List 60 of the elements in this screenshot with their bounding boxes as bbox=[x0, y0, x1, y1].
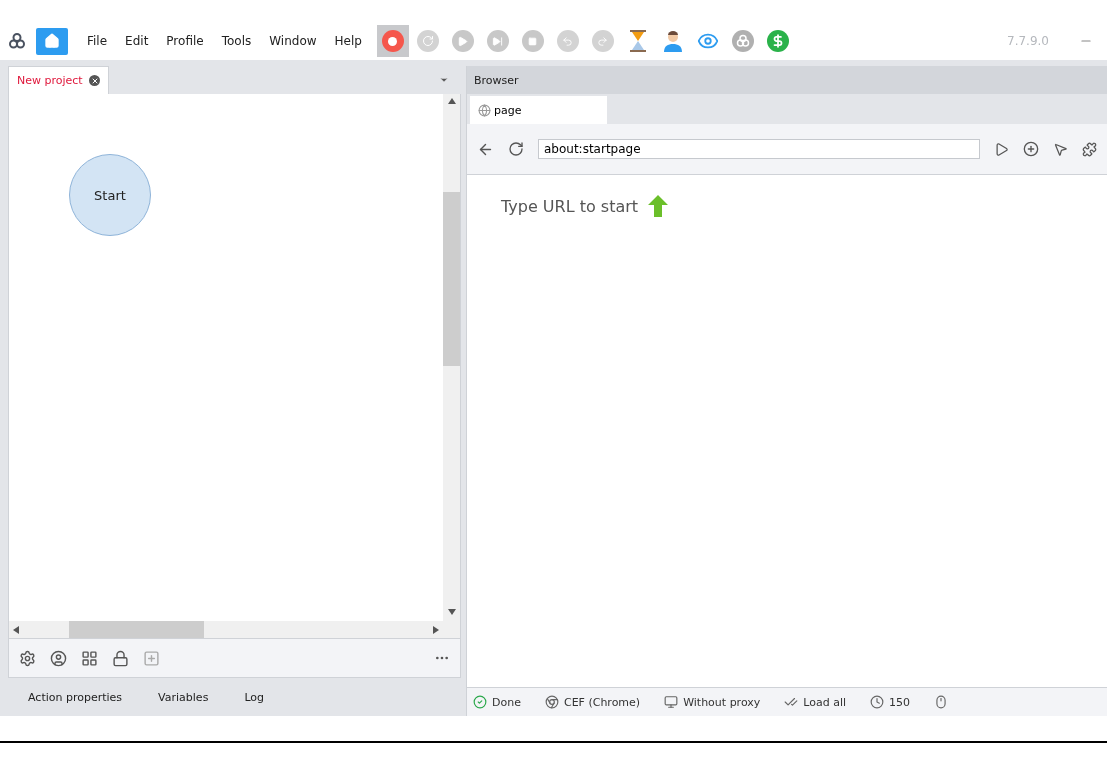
toolbar-button[interactable] bbox=[376, 25, 409, 57]
settings-icon[interactable] bbox=[19, 649, 36, 667]
rings-icon bbox=[731, 30, 754, 52]
puzzle-icon[interactable] bbox=[1082, 141, 1097, 157]
clock-icon bbox=[870, 695, 885, 709]
pointer-icon[interactable] bbox=[1053, 141, 1068, 157]
dropdown-icon[interactable] bbox=[439, 75, 449, 85]
hourglass-icon bbox=[628, 30, 647, 52]
lock-icon[interactable] bbox=[112, 649, 129, 667]
project-tab[interactable]: New project bbox=[8, 66, 109, 94]
scroll-left-icon[interactable] bbox=[13, 625, 19, 634]
person-icon bbox=[661, 30, 684, 52]
url-field[interactable]: about:startpage bbox=[538, 139, 980, 159]
go-icon[interactable] bbox=[994, 141, 1009, 157]
home-button[interactable] bbox=[36, 27, 68, 55]
status-text: CEF (Chrome) bbox=[563, 695, 641, 709]
home-icon bbox=[44, 33, 60, 49]
mouse-icon bbox=[934, 695, 949, 709]
panel-title: Browser bbox=[474, 73, 519, 87]
menu-item[interactable]: File bbox=[78, 34, 117, 48]
close-icon[interactable] bbox=[89, 75, 100, 86]
record-icon bbox=[381, 30, 404, 52]
dollar-icon bbox=[766, 30, 789, 52]
scrollbar-thumb[interactable] bbox=[69, 621, 204, 638]
globe-icon bbox=[478, 103, 491, 117]
menu-item[interactable]: Tools bbox=[212, 34, 261, 48]
panel-tab[interactable]: Log bbox=[238, 689, 271, 705]
grid-icon[interactable] bbox=[81, 649, 98, 667]
logo-icon bbox=[8, 32, 26, 50]
check-icon bbox=[784, 695, 799, 709]
chrome-icon bbox=[544, 695, 559, 709]
version-label: 7.7.9.0 bbox=[1007, 34, 1049, 48]
refresh-icon bbox=[416, 30, 439, 52]
menu-item[interactable]: Profile bbox=[157, 34, 213, 48]
status-text: Done bbox=[492, 695, 521, 709]
page-tab[interactable]: page bbox=[470, 96, 607, 124]
user-icon[interactable] bbox=[50, 649, 67, 667]
add-circle-icon[interactable] bbox=[1023, 141, 1039, 157]
panel-tab[interactable]: Variables bbox=[152, 689, 215, 705]
stop-icon bbox=[521, 30, 544, 52]
menu-item[interactable]: Edit bbox=[116, 34, 158, 48]
play-icon bbox=[451, 30, 474, 52]
monitor-icon bbox=[664, 695, 679, 709]
scroll-right-icon[interactable] bbox=[433, 625, 439, 634]
start-hint: Type URL to start bbox=[501, 196, 639, 216]
panel-tab[interactable]: Action properties bbox=[22, 689, 129, 705]
scrollbar-thumb[interactable] bbox=[443, 192, 460, 366]
check-circle-icon bbox=[473, 695, 487, 709]
status-text: 150 bbox=[889, 695, 911, 709]
step-icon bbox=[486, 30, 509, 52]
up-arrow-icon bbox=[648, 195, 669, 217]
menu-item[interactable]: Help bbox=[325, 34, 371, 48]
status-text: Without proxy bbox=[683, 695, 761, 709]
scroll-up-icon[interactable] bbox=[447, 97, 456, 106]
undo-icon bbox=[556, 30, 579, 52]
menu-item[interactable]: Window bbox=[260, 34, 326, 48]
status-text: Load all bbox=[803, 695, 847, 709]
reload-icon[interactable] bbox=[508, 141, 524, 157]
start-node[interactable]: Start bbox=[69, 154, 151, 236]
redo-icon bbox=[591, 30, 614, 52]
